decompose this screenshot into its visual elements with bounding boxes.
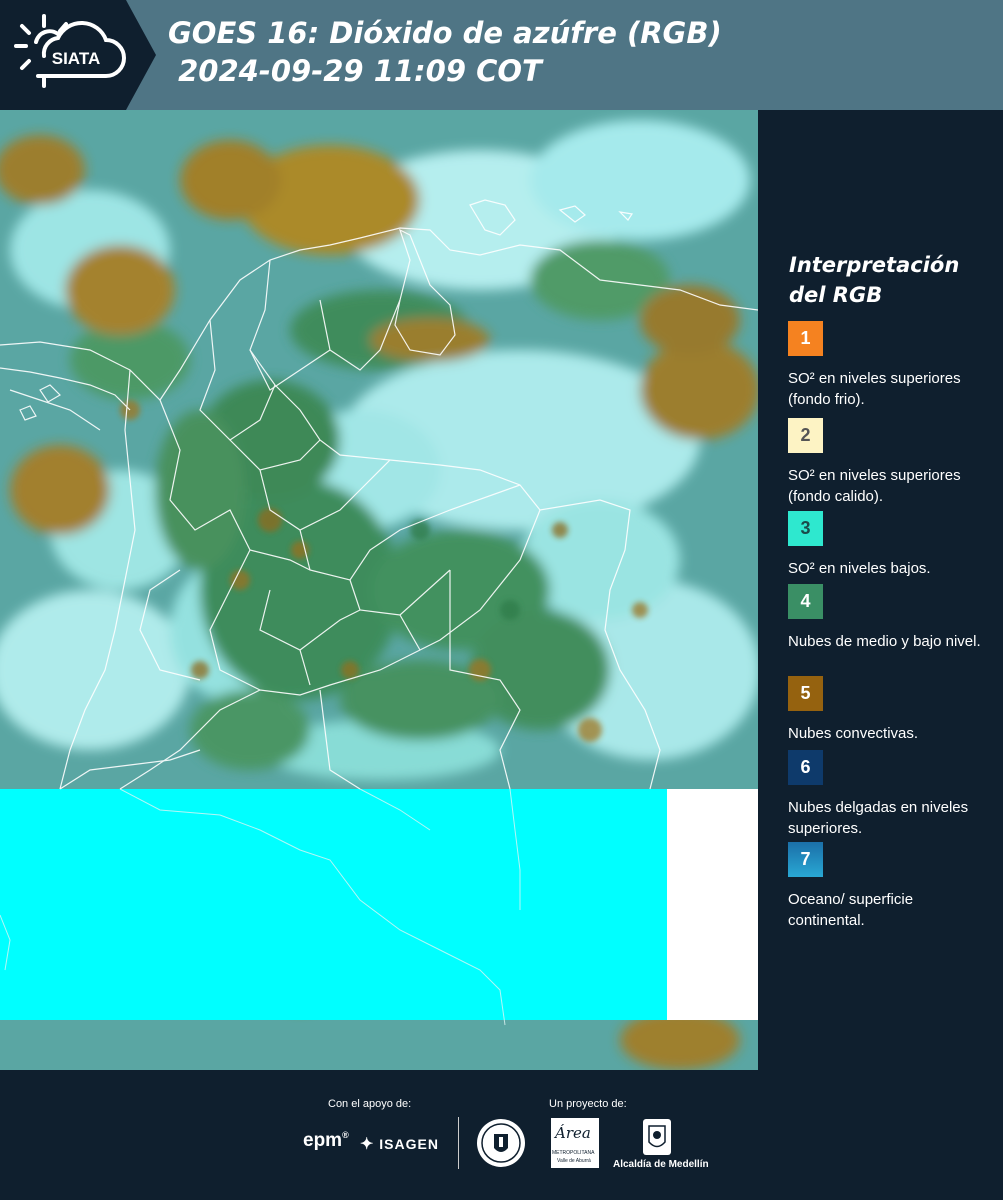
legend-swatch-6: 6 <box>788 750 823 785</box>
header-bar: SIATA GOES 16: Dióxido de azúfre (RGB) 2… <box>0 0 1003 110</box>
legend-swatch-5: 5 <box>788 676 823 711</box>
legend-item-7: 7 Oceano/ superficie continental. <box>788 842 988 931</box>
legend-item-5: 5 Nubes convectivas. <box>788 676 988 744</box>
legend-panel: Interpretación del RGB 1 SO² en niveles … <box>760 110 1003 1070</box>
svg-text:SIATA: SIATA <box>52 49 100 68</box>
legend-text-6: Nubes delgadas en niveles superiores. <box>788 799 969 837</box>
page-title: GOES 16: Dióxido de azúfre (RGB) 2024-09… <box>168 16 722 88</box>
legend-swatch-2: 2 <box>788 418 823 453</box>
legend-text-5: Nubes convectivas. <box>788 725 919 742</box>
area-script: Área <box>555 1124 591 1142</box>
isagen-icon: ✦ <box>360 1136 375 1153</box>
project-label: Un proyecto de: <box>549 1098 627 1110</box>
no-data-band <box>0 789 667 1020</box>
footer-divider <box>458 1117 459 1169</box>
legend-swatch-3: 3 <box>788 511 823 546</box>
legend-item-2: 2 SO² en niveles superiores (fondo calid… <box>788 418 988 507</box>
rgb-satellite-image <box>0 110 758 1070</box>
satellite-map[interactable] <box>0 110 758 1070</box>
seal-icon <box>477 1119 525 1167</box>
siata-logo: SIATA <box>0 0 156 110</box>
legend-item-4: 4 Nubes de medio y bajo nivel. <box>788 584 988 652</box>
area-metropolitana-logo: Área METROPOLITANA Valle de Aburrá <box>551 1118 599 1168</box>
area-sub: Valle de Aburrá <box>557 1158 591 1164</box>
epm-text: epm <box>303 1130 343 1151</box>
legend-text-1: SO² en niveles superiores (fondo frio). <box>788 370 961 408</box>
legend-text-3: SO² en niveles bajos. <box>788 560 931 577</box>
legend-item-6: 6 Nubes delgadas en niveles superiores. <box>788 750 988 839</box>
no-data-block <box>667 789 758 1020</box>
legend-title: Interpretación del RGB <box>789 253 960 307</box>
isagen-logo: ✦ ISAGEN <box>360 1134 439 1154</box>
legend-text-4: Nubes de medio y bajo nivel. <box>788 633 981 650</box>
epm-logo: epm® <box>303 1130 349 1151</box>
sun-cloud-icon: SIATA <box>14 14 126 88</box>
coat-of-arms-icon <box>643 1119 671 1155</box>
legend-swatch-4: 4 <box>788 584 823 619</box>
legend-swatch-1: 1 <box>788 321 823 356</box>
support-label: Con el apoyo de: <box>328 1098 412 1110</box>
legend-item-1: 1 SO² en niveles superiores (fondo frio)… <box>788 321 988 410</box>
area-text: METROPOLITANA <box>552 1150 595 1156</box>
footer: Con el apoyo de: Un proyecto de: epm® ✦ … <box>0 1070 1003 1200</box>
legend-swatch-7: 7 <box>788 842 823 877</box>
alcaldia-text: Alcaldía de Medellín <box>613 1159 709 1170</box>
legend-item-3: 3 SO² en niveles bajos. <box>788 511 988 579</box>
legend-text-7: Oceano/ superficie continental. <box>788 891 914 929</box>
isagen-text: ISAGEN <box>379 1136 439 1152</box>
legend-text-2: SO² en niveles superiores (fondo calido)… <box>788 467 961 505</box>
